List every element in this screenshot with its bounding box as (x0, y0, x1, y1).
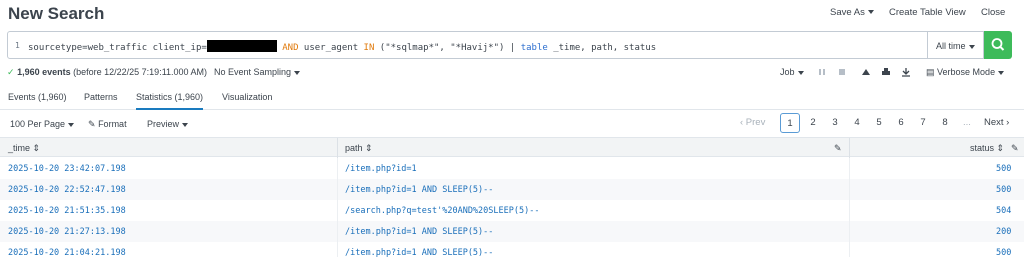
check-icon: ✓ (7, 67, 15, 77)
table-row: 2025-10-20 21:04:21.198 /item.php?id=1 A… (0, 242, 1024, 257)
table-row: 2025-10-20 23:42:07.198 /item.php?id=1 5… (0, 158, 1024, 179)
cell-time[interactable]: 2025-10-20 22:52:47.198 (8, 185, 126, 195)
share-icon[interactable] (860, 66, 872, 78)
event-count: ✓ 1,960 events (before 12/22/25 7:19:11.… (7, 67, 208, 77)
cell-status[interactable]: 500 (996, 248, 1011, 257)
print-icon[interactable] (880, 66, 892, 78)
cell-path[interactable]: /item.php?id=1 AND SLEEP(5)-- (345, 248, 493, 257)
chevron-down-icon (797, 70, 804, 75)
next-page-button[interactable]: Next › (984, 113, 1009, 133)
page-8-button[interactable]: 8 (935, 113, 955, 133)
format-button[interactable]: ✎ Format (88, 119, 127, 130)
chevron-down-icon (968, 44, 975, 49)
search-icon (991, 38, 1005, 51)
page-3-button[interactable]: 3 (825, 113, 845, 133)
cell-path[interactable]: /item.php?id=1 AND SLEEP(5)-- (345, 185, 493, 195)
table-row: 2025-10-20 21:27:13.198 /item.php?id=1 A… (0, 221, 1024, 242)
page-4-button[interactable]: 4 (847, 113, 867, 133)
page-title: New Search (8, 4, 105, 23)
page-6-button[interactable]: 6 (891, 113, 911, 133)
search-input[interactable]: 1 sourcetype=web_traffic client_ip= AND … (7, 31, 928, 59)
page-1-button[interactable]: 1 (780, 113, 800, 133)
tab-visualization[interactable]: Visualization (222, 92, 272, 102)
sort-icon: ⇕ (365, 143, 373, 153)
mode-icon: ▤ (926, 67, 935, 77)
chevron-down-icon (867, 10, 874, 15)
page-2-button[interactable]: 2 (803, 113, 823, 133)
cell-path[interactable]: /search.php?q=test'%20AND%20SLEEP(5)-- (345, 206, 539, 216)
line-number: 1 (15, 41, 20, 50)
page-ellipsis: ... (963, 117, 971, 128)
tab-events[interactable]: Events (1,960) (8, 92, 67, 102)
save-as-menu[interactable]: Save As (830, 7, 874, 18)
column-header-path[interactable]: path ⇕ (345, 143, 373, 154)
column-divider (337, 138, 338, 158)
per-page-menu[interactable]: 100 Per Page (10, 119, 75, 129)
chevron-down-icon (182, 122, 189, 127)
cell-status[interactable]: 504 (996, 206, 1011, 216)
create-table-view-link[interactable]: Create Table View (889, 7, 966, 18)
stop-icon[interactable] (836, 66, 848, 78)
prev-page-button[interactable]: ‹ Prev (740, 113, 765, 133)
time-range-picker[interactable]: All time (928, 31, 984, 59)
time-range-label: All time (936, 41, 966, 51)
column-header-status[interactable]: status ⇕ (970, 143, 1004, 154)
download-icon[interactable] (900, 66, 912, 78)
search-mode-menu[interactable]: ▤ Verbose Mode (926, 67, 1005, 78)
cell-status[interactable]: 500 (996, 164, 1011, 174)
chevron-down-icon (294, 70, 301, 75)
cell-status[interactable]: 500 (996, 185, 1011, 195)
column-header-time[interactable]: _time ⇕ (8, 143, 40, 154)
cell-time[interactable]: 2025-10-20 21:27:13.198 (8, 227, 126, 237)
pause-icon[interactable] (816, 66, 828, 78)
pencil-icon: ✎ (88, 119, 96, 129)
tab-patterns[interactable]: Patterns (84, 92, 118, 102)
edit-column-icon[interactable]: ✎ (1011, 143, 1019, 154)
preview-menu[interactable]: Preview (147, 119, 189, 129)
cell-path[interactable]: /item.php?id=1 (345, 164, 417, 174)
save-as-label: Save As (830, 7, 865, 18)
job-menu[interactable]: Job (780, 67, 804, 77)
table-row: 2025-10-20 21:51:35.198 /search.php?q=te… (0, 200, 1024, 221)
sort-icon: ⇕ (32, 143, 41, 153)
page-5-button[interactable]: 5 (869, 113, 889, 133)
search-query: sourcetype=web_traffic client_ip= AND us… (28, 40, 656, 53)
search-button[interactable] (984, 31, 1012, 59)
cell-path[interactable]: /item.php?id=1 AND SLEEP(5)-- (345, 227, 493, 237)
tab-statistics[interactable]: Statistics (1,960) (136, 92, 204, 110)
chevron-down-icon (68, 122, 75, 127)
event-sampling-menu[interactable]: No Event Sampling (214, 67, 301, 77)
page-7-button[interactable]: 7 (913, 113, 933, 133)
sort-icon: ⇕ (996, 143, 1005, 153)
close-link[interactable]: Close (981, 7, 1005, 18)
table-header: _time ⇕ path ⇕ ✎ status ⇕ ✎ (0, 137, 1024, 158)
cell-status[interactable]: 200 (996, 227, 1011, 237)
column-divider (849, 138, 850, 158)
results-tabs: Events (1,960) Patterns Statistics (1,96… (0, 86, 1024, 110)
cell-time[interactable]: 2025-10-20 21:51:35.198 (8, 206, 126, 216)
redacted-block (206, 40, 277, 52)
edit-column-icon[interactable]: ✎ (834, 143, 842, 154)
cell-time[interactable]: 2025-10-20 23:42:07.198 (8, 164, 126, 174)
chevron-down-icon (998, 70, 1005, 75)
cell-time[interactable]: 2025-10-20 21:04:21.198 (8, 248, 126, 257)
table-row: 2025-10-20 22:52:47.198 /item.php?id=1 A… (0, 179, 1024, 200)
